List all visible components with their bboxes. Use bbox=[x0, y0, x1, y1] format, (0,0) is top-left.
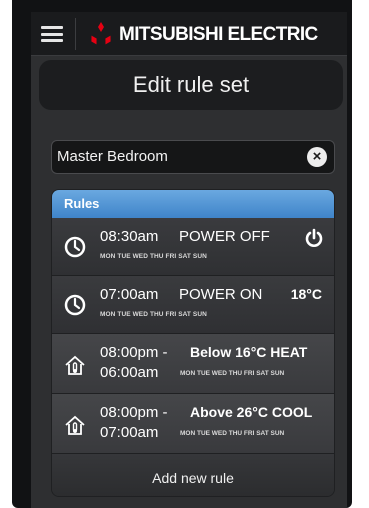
rule-action: POWER OFF bbox=[179, 228, 270, 245]
rule-action: Above 26°C COOL bbox=[190, 404, 313, 420]
add-new-rule-button[interactable]: Add new rule bbox=[52, 454, 334, 496]
rule-days: MON TUE WED THU FRI SAT SUN bbox=[180, 430, 285, 437]
rule-time-end: 06:00am bbox=[100, 364, 159, 381]
app-screen: MITSUBISHI ELECTRIC Edit rule set Master… bbox=[31, 12, 347, 508]
rule-action: Below 16°C HEAT bbox=[190, 344, 308, 360]
rule-action: POWER ON bbox=[179, 286, 263, 303]
rule-item[interactable]: 08:00pm - 07:00am Above 26°C COOL MON TU… bbox=[52, 394, 334, 454]
rule-time: 07:00am bbox=[100, 286, 159, 303]
page-title: Edit rule set bbox=[39, 60, 343, 110]
app-header: MITSUBISHI ELECTRIC bbox=[31, 12, 347, 56]
house-thermometer-icon bbox=[65, 415, 85, 435]
clear-x-icon[interactable]: × bbox=[307, 147, 327, 167]
rule-time: 08:30am bbox=[100, 228, 159, 245]
rule-days: MON TUE WED THU FRI SAT SUN bbox=[100, 311, 207, 318]
hamburger-menu-icon[interactable] bbox=[41, 26, 63, 42]
rule-time-start: 08:00pm - bbox=[100, 344, 168, 361]
rule-days: MON TUE WED THU FRI SAT SUN bbox=[180, 370, 285, 377]
rule-item[interactable]: 07:00am POWER ON MON TUE WED THU FRI SAT… bbox=[52, 276, 334, 334]
clock-icon bbox=[64, 294, 86, 316]
house-thermometer-icon bbox=[65, 355, 85, 375]
mitsubishi-logo-icon bbox=[91, 22, 111, 45]
rules-header: Rules bbox=[52, 190, 334, 218]
header-divider bbox=[75, 18, 76, 50]
rule-set-name-input[interactable]: Master Bedroom × bbox=[51, 140, 335, 174]
power-icon[interactable] bbox=[304, 228, 324, 248]
clock-icon bbox=[64, 236, 86, 258]
rule-time-start: 08:00pm - bbox=[100, 404, 168, 421]
brand-name: MITSUBISHI ELECTRIC bbox=[119, 24, 318, 45]
rules-list: Rules 08:30am POWER OFF MON TUE WED THU … bbox=[51, 189, 335, 497]
rule-set-name-value: Master Bedroom bbox=[57, 148, 168, 165]
rule-item[interactable]: 08:30am POWER OFF MON TUE WED THU FRI SA… bbox=[52, 218, 334, 276]
rule-days: MON TUE WED THU FRI SAT SUN bbox=[100, 253, 207, 260]
rule-temperature: 18°C bbox=[290, 286, 322, 302]
rule-item[interactable]: 08:00pm - 06:00am Below 16°C HEAT MON TU… bbox=[52, 334, 334, 394]
rule-time-end: 07:00am bbox=[100, 424, 159, 441]
